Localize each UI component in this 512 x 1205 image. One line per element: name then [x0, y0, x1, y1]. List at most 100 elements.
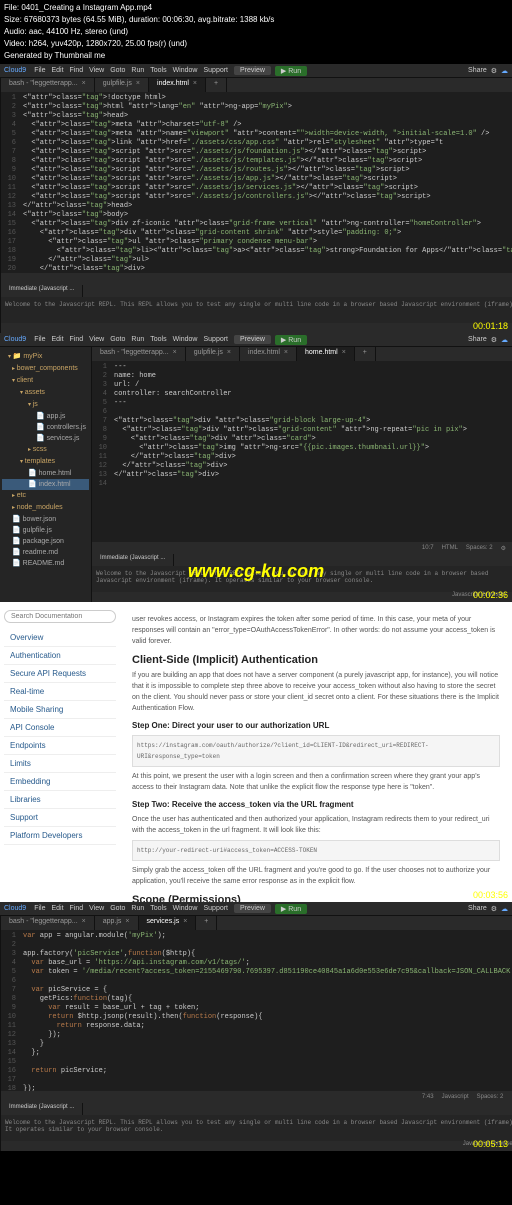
docs-nav-item[interactable]: Mobile Sharing	[4, 701, 116, 719]
gear-icon[interactable]: ⚙	[491, 336, 497, 344]
menu-goto[interactable]: Goto	[110, 336, 125, 343]
menu-support[interactable]: Support	[203, 336, 228, 343]
editor-tab[interactable]: index.html×	[240, 347, 297, 361]
docs-nav-item[interactable]: Real-time	[4, 683, 116, 701]
code-content[interactable]: var app = angular.module('myPix'); app.f…	[19, 930, 512, 1091]
code-editor[interactable]: 1234567891011121314151617181920212223242…	[1, 92, 512, 273]
add-tab[interactable]: +	[206, 78, 227, 92]
code-editor[interactable]: 1234567891011121314151617181920212223242…	[1, 930, 512, 1091]
cloud9-logo[interactable]: Cloud9	[4, 905, 26, 912]
close-icon[interactable]: ×	[82, 918, 86, 925]
preview-button[interactable]: Preview	[234, 335, 271, 344]
console-output[interactable]: Welcome to the Javascript REPL. This REP…	[1, 1115, 512, 1141]
console-tab[interactable]: Immediate (Javascript ...	[1, 285, 83, 297]
menu-edit[interactable]: Edit	[51, 336, 63, 343]
sync-icon[interactable]: ☁	[501, 336, 508, 344]
gear-icon[interactable]: ⚙	[491, 67, 497, 75]
docs-nav-item[interactable]: Limits	[4, 755, 116, 773]
menu-support[interactable]: Support	[203, 67, 228, 74]
menu-view[interactable]: View	[89, 336, 104, 343]
menu-window[interactable]: Window	[173, 67, 198, 74]
add-tab[interactable]: +	[196, 916, 217, 930]
menu-tools[interactable]: Tools	[150, 67, 166, 74]
menu-run[interactable]: Run	[131, 905, 144, 912]
preview-button[interactable]: Preview	[234, 904, 271, 913]
docs-nav-item[interactable]: Platform Developers	[4, 827, 116, 845]
tree-item[interactable]: bower_components	[2, 363, 89, 375]
editor-tab[interactable]: gulpfile.js×	[95, 78, 149, 92]
editor-tab[interactable]: bash - "leggetterapp...×	[1, 916, 95, 930]
menu-window[interactable]: Window	[173, 336, 198, 343]
tree-root[interactable]: 📁 myPix	[2, 351, 89, 363]
code-editor[interactable]: 1234567891011121314 --- name: home url: …	[92, 361, 512, 542]
menu-goto[interactable]: Goto	[110, 67, 125, 74]
run-button[interactable]: ▶ Run	[275, 335, 307, 345]
docs-nav-item[interactable]: Authentication	[4, 647, 116, 665]
menu-tools[interactable]: Tools	[150, 905, 166, 912]
console-tab[interactable]: Immediate (Javascript ...	[1, 1103, 83, 1115]
console-tab[interactable]: Immediate (Javascript ...	[92, 554, 174, 566]
tree-item[interactable]: 📄 home.html	[2, 468, 89, 479]
sync-icon[interactable]: ☁	[501, 67, 508, 75]
close-icon[interactable]: ×	[193, 80, 197, 87]
menu-run[interactable]: Run	[131, 336, 144, 343]
close-icon[interactable]: ×	[136, 80, 140, 87]
cloud9-logo[interactable]: Cloud9	[4, 336, 26, 343]
menu-find[interactable]: Find	[70, 336, 84, 343]
preview-button[interactable]: Preview	[234, 66, 271, 75]
tree-item[interactable]: scss	[2, 444, 89, 456]
gear-icon[interactable]: ⚙	[491, 905, 497, 913]
menu-run[interactable]: Run	[131, 67, 144, 74]
docs-nav-item[interactable]: Endpoints	[4, 737, 116, 755]
tree-item[interactable]: client	[2, 375, 89, 387]
editor-tab[interactable]: home.html×	[297, 347, 355, 361]
editor-tab[interactable]: services.js×	[139, 916, 197, 930]
docs-nav-item[interactable]: Libraries	[4, 791, 116, 809]
menu-view[interactable]: View	[89, 67, 104, 74]
close-icon[interactable]: ×	[183, 918, 187, 925]
tree-item[interactable]: 📄 controllers.js	[2, 422, 89, 433]
menu-tools[interactable]: Tools	[150, 336, 166, 343]
tree-item[interactable]: 📄 index.html	[2, 479, 89, 490]
menu-file[interactable]: File	[34, 67, 45, 74]
sync-icon[interactable]: ☁	[501, 905, 508, 913]
tree-item[interactable]: templates	[2, 456, 89, 468]
docs-nav-item[interactable]: Overview	[4, 629, 116, 647]
close-icon[interactable]: ×	[125, 918, 129, 925]
menu-find[interactable]: Find	[70, 905, 84, 912]
code-content[interactable]: <"attr">class="tag">!doctype html> <"att…	[19, 92, 512, 273]
run-button[interactable]: ▶ Run	[275, 904, 307, 914]
editor-tab[interactable]: bash - "leggetterapp...×	[1, 78, 95, 92]
share-button[interactable]: Share	[468, 336, 487, 343]
close-icon[interactable]: ×	[82, 80, 86, 87]
run-button[interactable]: ▶ Run	[275, 66, 307, 76]
menu-edit[interactable]: Edit	[51, 67, 63, 74]
menu-window[interactable]: Window	[173, 905, 198, 912]
docs-nav-item[interactable]: Embedding	[4, 773, 116, 791]
tree-item[interactable]: 📄 bower.json	[2, 514, 89, 525]
editor-tab[interactable]: app.js×	[95, 916, 139, 930]
close-icon[interactable]: ×	[227, 349, 231, 356]
code-content[interactable]: --- name: home url: / controller: search…	[110, 361, 512, 542]
editor-tab[interactable]: bash - "leggetterapp...×	[92, 347, 186, 361]
menu-goto[interactable]: Goto	[110, 905, 125, 912]
close-icon[interactable]: ×	[342, 349, 346, 356]
tree-item[interactable]: 📄 app.js	[2, 411, 89, 422]
menu-support[interactable]: Support	[203, 905, 228, 912]
editor-tab[interactable]: index.html×	[149, 78, 206, 92]
menu-view[interactable]: View	[89, 905, 104, 912]
share-button[interactable]: Share	[468, 67, 487, 74]
menu-file[interactable]: File	[34, 336, 45, 343]
menu-find[interactable]: Find	[70, 67, 84, 74]
editor-tab[interactable]: gulpfile.js×	[186, 347, 240, 361]
docs-nav-item[interactable]: Support	[4, 809, 116, 827]
tree-item[interactable]: 📄 services.js	[2, 433, 89, 444]
console-output[interactable]: Welcome to the Javascript REPL. This REP…	[1, 297, 512, 323]
tree-item[interactable]: 📄 package.json	[2, 536, 89, 547]
cloud9-logo[interactable]: Cloud9	[4, 67, 26, 74]
docs-nav-item[interactable]: Secure API Requests	[4, 665, 116, 683]
close-icon[interactable]: ×	[173, 349, 177, 356]
tree-item[interactable]: 📄 gulpfile.js	[2, 525, 89, 536]
tree-item[interactable]: js	[2, 399, 89, 411]
close-icon[interactable]: ×	[284, 349, 288, 356]
